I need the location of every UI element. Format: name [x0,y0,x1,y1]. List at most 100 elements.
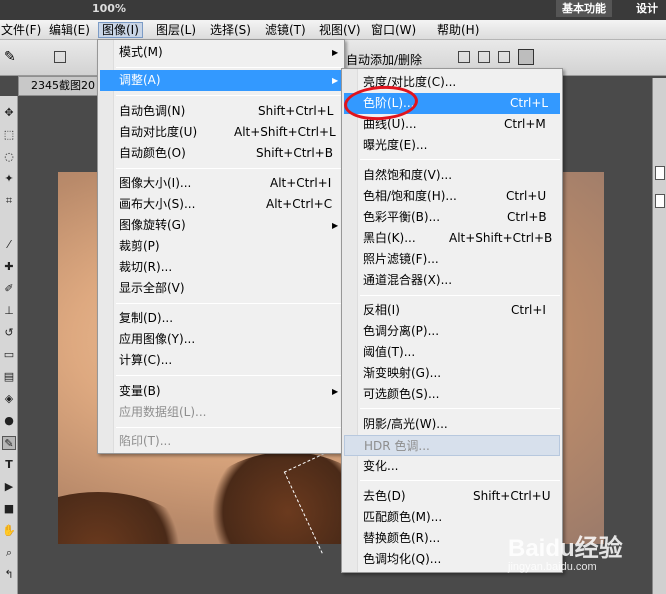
menu-file[interactable]: 文件(F) [0,22,44,38]
menu-item-threshold[interactable]: 阈值(T)... [344,342,560,363]
menu-help[interactable]: 帮助(H) [434,22,482,38]
menu-item-apply-image[interactable]: 应用图像(Y)... [100,329,342,350]
menu-item-match-color[interactable]: 匹配颜色(M)... [344,507,560,528]
menu-item-calculations[interactable]: 计算(C)... [100,350,342,371]
menu-item-variations[interactable]: 变化... [344,456,560,477]
magic-wand-icon[interactable]: ✦ [2,172,16,186]
menu-image[interactable]: 图像(I) [98,22,143,38]
visibility-eye-icon[interactable] [655,166,665,180]
submenu-arrow-icon: ▶ [332,221,339,230]
clone-stamp-icon[interactable]: ⊥ [2,304,16,318]
menu-item-shortcut: Alt+Shift+Ctrl+B [449,231,553,245]
menu-item-duplicate[interactable]: 复制(D)... [100,308,342,329]
menu-window[interactable]: 窗口(W) [368,22,419,38]
menu-filter[interactable]: 滤镜(T) [262,22,309,38]
shape-layers-icon[interactable] [54,51,66,63]
menu-edit[interactable]: 编辑(E) [46,22,93,38]
menu-item-image-rotation[interactable]: 图像旋转(G) ▶ [100,215,342,236]
eraser-tool-icon[interactable]: ▭ [2,348,16,362]
menu-item-label: 去色(D) [363,489,406,503]
menu-item-exposure[interactable]: 曝光度(E)... [344,135,560,156]
menu-item-mode[interactable]: 模式(M) ▶ [100,42,342,63]
combine-mode-icon[interactable] [458,51,470,63]
watermark-sub-text: jingyan.baidu.com [508,561,597,573]
menu-item-auto-contrast[interactable]: 自动对比度(U) Alt+Shift+Ctrl+L [100,122,342,143]
menu-item-black-white[interactable]: 黑白(K)... Alt+Shift+Ctrl+B [344,228,560,249]
type-tool-icon[interactable]: T [2,458,16,472]
menu-item-hue-saturation[interactable]: 色相/饱和度(H)... Ctrl+U [344,186,560,207]
menu-separator [360,159,560,160]
subtract-mode-icon[interactable] [478,51,490,63]
menu-item-posterize[interactable]: 色调分离(P)... [344,321,560,342]
design-button[interactable]: 设计 [636,0,658,17]
menu-item-vibrance[interactable]: 自然饱和度(V)... [344,165,560,186]
blur-tool-icon[interactable]: ◈ [2,392,16,406]
menu-item-auto-tone[interactable]: 自动色调(N) Shift+Ctrl+L [100,101,342,122]
menu-item-shortcut: Ctrl+B [507,210,547,224]
menu-item-variables[interactable]: 变量(B) ▶ [100,381,342,402]
menu-item-label: 应用数据组(L)... [119,405,207,419]
menu-item-label: 替换颜色(R)... [363,531,441,545]
dodge-tool-icon[interactable]: ● [2,414,16,428]
menu-item-image-size[interactable]: 图像大小(I)... Alt+Ctrl+I [100,173,342,194]
menu-item-adjustments[interactable]: 调整(A) ▶ [100,70,342,91]
submenu-arrow-icon: ▶ [332,76,339,85]
exclude-mode-icon[interactable] [518,49,534,65]
menu-item-photo-filter[interactable]: 照片滤镜(F)... [344,249,560,270]
menu-item-label: 裁剪(P) [119,239,160,253]
intersect-mode-icon[interactable] [498,51,510,63]
marquee-tool-icon[interactable]: ⬚ [2,128,16,142]
workspace-button[interactable]: 基本功能 [556,0,612,17]
menu-item-label: 渐变映射(G)... [363,366,442,380]
menu-separator [116,168,342,169]
menu-item-desaturate[interactable]: 去色(D) Shift+Ctrl+U [344,486,560,507]
right-panel [652,78,666,594]
menu-item-trap: 陷印(T)... [100,431,342,452]
crop-tool-icon[interactable]: ⌗ [2,194,16,208]
history-brush-icon[interactable]: ↺ [2,326,16,340]
menu-item-canvas-size[interactable]: 画布大小(S)... Alt+Ctrl+C [100,194,342,215]
menu-item-trim[interactable]: 裁切(R)... [100,257,342,278]
menu-item-hdr-toning: HDR 色调... [344,435,560,456]
menu-item-label: 裁切(R)... [119,260,173,274]
menu-item-label: 变量(B) [119,384,161,398]
shape-tool-icon[interactable]: ■ [2,502,16,516]
baidu-watermark: Baidu经验 jingyan.baidu.com [508,528,658,588]
menu-item-label: 色相/饱和度(H)... [363,189,457,203]
path-selection-icon[interactable]: ▶ [2,480,16,494]
menu-select[interactable]: 选择(S) [207,22,254,38]
move-tool-icon[interactable]: ✥ [2,106,16,120]
document-tab[interactable]: 2345截图20 [18,76,98,96]
watermark-main-text: Baidu经验 [508,535,623,562]
menu-item-auto-color[interactable]: 自动颜色(O) Shift+Ctrl+B [100,143,342,164]
menu-item-shadows-highlights[interactable]: 阴影/高光(W)... [344,414,560,435]
eyedropper-icon[interactable]: ⁄ [2,238,16,252]
menu-item-label: 自动对比度(U) [119,125,198,139]
pen-tool-icon[interactable]: ✎ [4,49,16,65]
lasso-tool-icon[interactable]: ◌ [2,150,16,164]
healing-brush-icon[interactable]: ✚ [2,260,16,274]
menu-view[interactable]: 视图(V) [316,22,364,38]
menu-item-color-balance[interactable]: 色彩平衡(B)... Ctrl+B [344,207,560,228]
zoom-level[interactable]: 100% [92,0,126,17]
auto-add-delete-label[interactable]: 自动添加/删除 [346,51,422,68]
visibility-eye-icon[interactable] [655,194,665,208]
menu-item-label: 阈值(T)... [363,345,416,359]
pen-tool-icon[interactable]: ✎ [2,436,16,450]
menu-item-shortcut: Alt+Shift+Ctrl+L [234,125,336,139]
menu-item-gradient-map[interactable]: 渐变映射(G)... [344,363,560,384]
menu-layer[interactable]: 图层(L) [153,22,199,38]
hand-tool-icon[interactable]: ✋ [2,524,16,538]
menu-item-label: 变化... [363,459,399,473]
menu-item-channel-mixer[interactable]: 通道混合器(X)... [344,270,560,291]
menu-item-selective-color[interactable]: 可选颜色(S)... [344,384,560,405]
zoom-tool-icon[interactable]: ⌕ [2,546,16,560]
swap-colors-icon[interactable]: ↰ [2,568,16,582]
menu-item-label: HDR 色调... [364,439,430,453]
menu-item-reveal-all[interactable]: 显示全部(V) [100,278,342,299]
brush-tool-icon[interactable]: ✐ [2,282,16,296]
menu-item-label: 通道混合器(X)... [363,273,453,287]
menu-item-invert[interactable]: 反相(I) Ctrl+I [344,300,560,321]
menu-item-crop[interactable]: 裁剪(P) [100,236,342,257]
gradient-tool-icon[interactable]: ▤ [2,370,16,384]
